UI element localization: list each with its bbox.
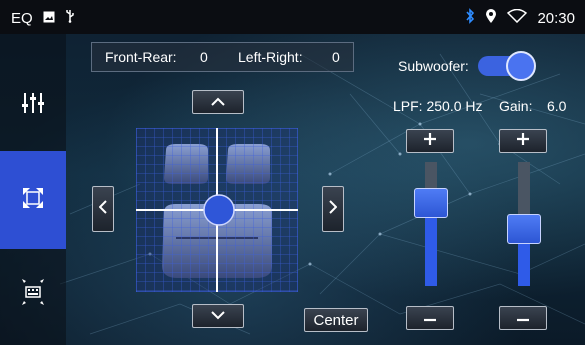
subwoofer-toggle[interactable]	[478, 51, 538, 81]
status-app-label: EQ	[11, 9, 33, 27]
lpf-readout: LPF: 250.0 Hz	[393, 98, 483, 114]
left-button[interactable]	[92, 186, 114, 232]
wifi-icon	[507, 8, 528, 27]
lpf-slider[interactable]	[414, 162, 448, 286]
gain-slider-thumb[interactable]	[507, 214, 541, 244]
location-icon	[485, 8, 497, 28]
sidebar	[0, 34, 66, 345]
speaker-grid-icon	[22, 278, 44, 310]
center-button-label: Center	[313, 311, 359, 329]
sliders-icon	[22, 91, 44, 120]
gain-label: Gain:	[499, 98, 533, 114]
gain-value: 6.0	[547, 98, 567, 114]
front-rear-value: 0	[200, 49, 208, 65]
left-right-label: Left-Right:	[238, 49, 303, 65]
center-button[interactable]: Center	[304, 308, 368, 332]
minus-icon	[423, 309, 437, 327]
left-right-value: 0	[332, 49, 340, 65]
down-button[interactable]	[192, 304, 244, 328]
usb-icon	[65, 9, 75, 27]
chevron-left-icon	[98, 199, 107, 219]
gain-slider[interactable]	[507, 162, 541, 286]
plus-icon	[516, 132, 530, 151]
gain-minus-button[interactable]	[499, 306, 547, 330]
chevron-down-icon	[211, 307, 225, 325]
lpf-plus-button[interactable]	[406, 129, 454, 153]
sidebar-item-equalizer[interactable]	[0, 56, 66, 154]
chevron-right-icon	[329, 199, 338, 219]
sidebar-item-speaker-layout[interactable]	[0, 245, 66, 343]
balance-handle[interactable]	[203, 194, 235, 226]
status-bar: EQ 20:30	[0, 0, 585, 34]
front-rear-label: Front-Rear:	[105, 49, 177, 65]
minus-icon	[516, 309, 530, 327]
gain-plus-button[interactable]	[499, 129, 547, 153]
toggle-knob	[506, 51, 536, 81]
bluetooth-icon	[465, 8, 475, 28]
balance-readout: Front-Rear: 0 Left-Right: 0	[91, 42, 354, 72]
subwoofer-label: Subwoofer:	[398, 58, 469, 74]
right-button[interactable]	[322, 186, 344, 232]
lpf-slider-thumb[interactable]	[414, 188, 448, 218]
sidebar-item-balance[interactable]	[0, 151, 66, 249]
balance-grid[interactable]	[135, 127, 299, 293]
up-button[interactable]	[192, 90, 244, 114]
status-time: 20:30	[537, 9, 575, 27]
image-icon	[43, 10, 55, 27]
lpf-minus-button[interactable]	[406, 306, 454, 330]
plus-icon	[423, 132, 437, 151]
chevron-up-icon	[211, 93, 225, 111]
focus-expand-icon	[22, 187, 44, 214]
